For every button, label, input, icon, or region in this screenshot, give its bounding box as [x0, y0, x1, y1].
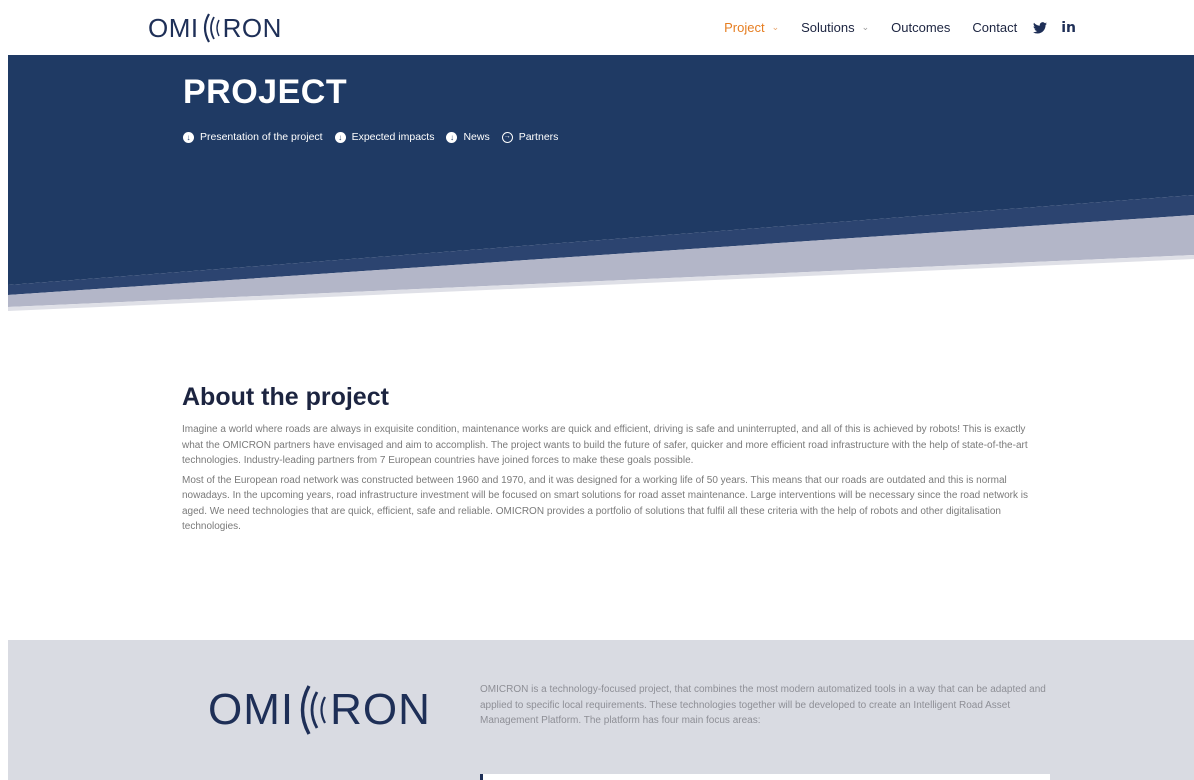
arrow-down-circle-icon: ↓ [334, 131, 346, 143]
main-nav: Project ⌄ Solutions ⌄ Outcomes Contact i… [702, 0, 1076, 55]
logo-text-right: RON [330, 685, 431, 734]
logo-text-left: OMI [208, 685, 295, 734]
chevron-down-icon: ⌄ [861, 22, 870, 32]
logo-waves-icon [203, 13, 220, 43]
arrow-down-circle-icon: ↓ [446, 131, 458, 143]
hero-link-label: Presentation of the project [200, 131, 323, 143]
band-description: OMICRON is a technology-focused project,… [480, 684, 1046, 726]
arrow-down-circle-icon: ↓ [183, 131, 194, 143]
site-logo[interactable]: OMI RON [148, 8, 282, 48]
band-logo: OMI RON [208, 682, 431, 738]
section-heading: About the project [182, 383, 389, 411]
hero-anchor-links: ↓ Presentation of the project ↓ Expected… [183, 131, 570, 143]
hero-link-partners[interactable]: → Partners [501, 131, 559, 143]
nav-item-solutions[interactable]: Solutions ⌄ [801, 20, 869, 35]
logo-text-right: RON [222, 12, 282, 43]
site-header: OMI RON Project ⌄ Solutions ⌄ Outcomes C… [0, 0, 1194, 55]
logo-waves-icon [300, 685, 327, 735]
about-section: About the project Imagine a world where … [182, 383, 1048, 539]
hero-link-news[interactable]: ↓ News [446, 131, 490, 143]
chevron-down-icon: ⌄ [771, 22, 780, 32]
logo-text-left: OMI [148, 12, 199, 43]
intro-band: OMI RON OMICRON is a technology-focused … [8, 640, 1194, 780]
focus-area-card [480, 774, 1050, 780]
nav-item-label: Solutions [801, 20, 855, 35]
hero-link-presentation[interactable]: ↓ Presentation of the project [183, 131, 323, 143]
hero-banner: PROJECT ↓ Presentation of the project ↓ … [8, 55, 1194, 315]
twitter-icon[interactable] [1033, 21, 1048, 34]
nav-item-label: Outcomes [891, 20, 951, 35]
linkedin-icon[interactable]: in [1061, 20, 1076, 36]
arrow-right-circle-icon: → [501, 131, 513, 143]
about-paragraph: Most of the European road network was co… [182, 474, 1028, 533]
nav-item-outcomes[interactable]: Outcomes [891, 20, 950, 35]
nav-item-contact[interactable]: Contact [972, 20, 1017, 35]
social-links: in [1033, 20, 1076, 36]
hero-link-expected-impacts[interactable]: ↓ Expected impacts [334, 131, 435, 143]
hero-link-label: Partners [518, 131, 559, 143]
hero-link-label: News [463, 131, 490, 143]
nav-item-label: Contact [972, 20, 1018, 35]
nav-item-label: Project [724, 20, 765, 35]
page-title: PROJECT [183, 73, 348, 111]
about-paragraph: Imagine a world where roads are always i… [182, 424, 1028, 466]
hero-link-label: Expected impacts [351, 131, 435, 143]
nav-item-project[interactable]: Project ⌄ [724, 20, 779, 35]
